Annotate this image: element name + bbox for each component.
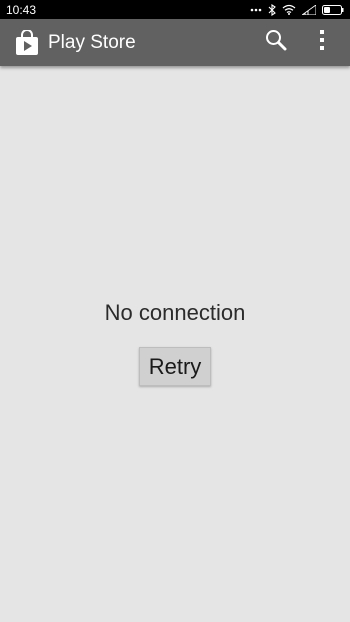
app-title: Play Store	[48, 31, 136, 53]
retry-button[interactable]: Retry	[139, 347, 211, 386]
search-button[interactable]	[256, 23, 296, 63]
main-content: No connection Retry	[0, 66, 350, 622]
status-icons	[250, 3, 344, 16]
wifi-icon	[282, 4, 296, 15]
battery-icon	[322, 4, 344, 15]
app-bar: Play Store	[0, 19, 350, 66]
overflow-menu-icon	[319, 29, 325, 56]
signal-icon	[302, 4, 316, 15]
no-connection-message: No connection	[104, 300, 246, 325]
play-store-bag-icon[interactable]	[14, 29, 40, 56]
search-icon	[265, 29, 287, 56]
more-dots-icon	[250, 8, 262, 12]
status-time: 10:43	[6, 2, 37, 17]
status-bar: 10:43	[0, 0, 350, 19]
overflow-menu-button[interactable]	[310, 23, 334, 63]
bluetooth-icon	[268, 3, 276, 16]
